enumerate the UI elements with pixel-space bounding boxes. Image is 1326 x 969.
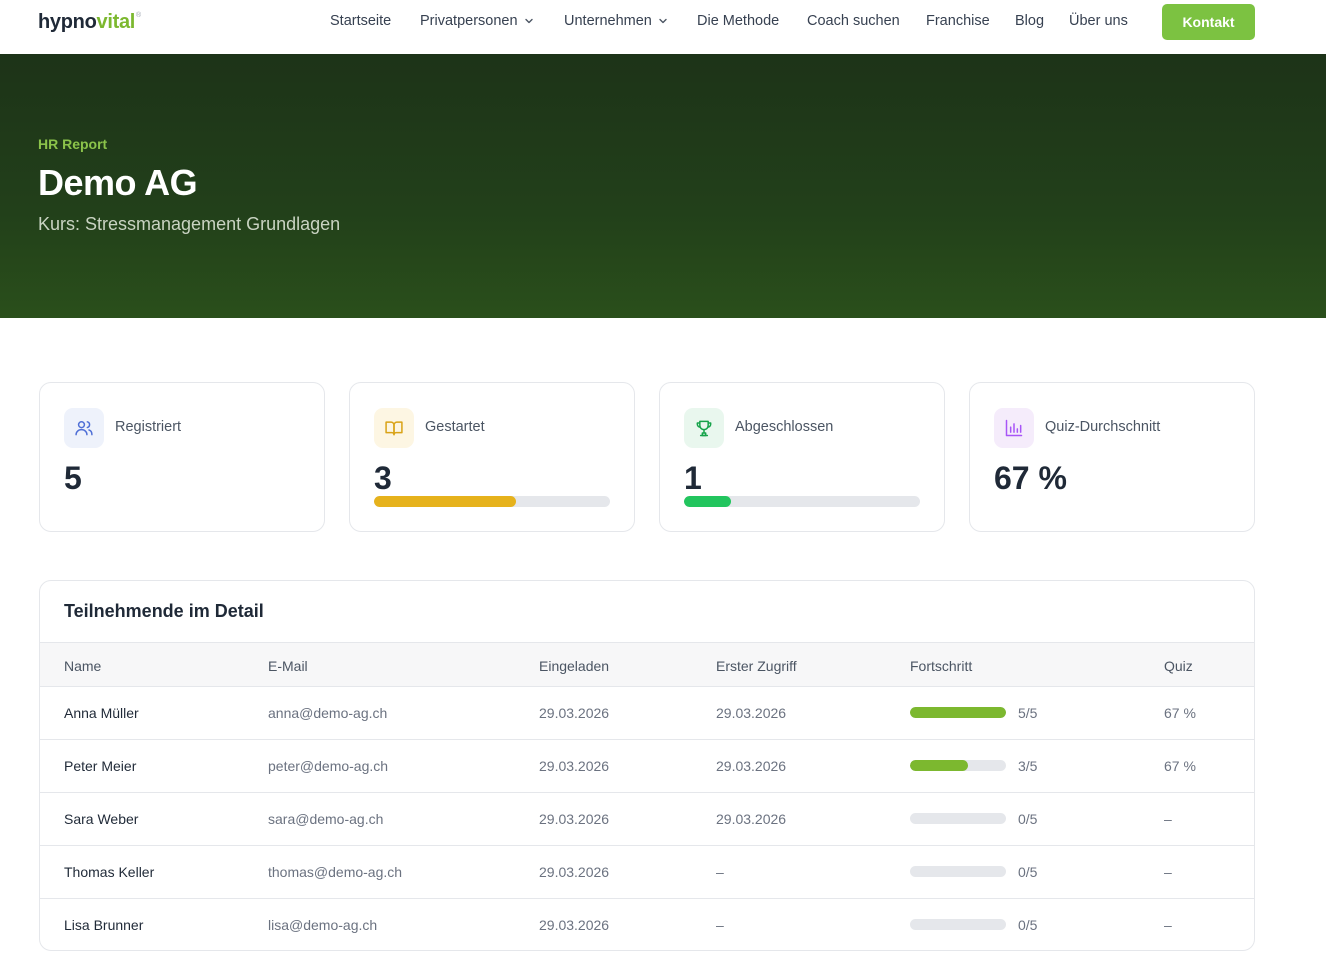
first-access-date: 29.03.2026 [716,811,787,827]
nav-item-blog[interactable]: Blog [1015,13,1044,29]
nav-item-label: Blog [1015,13,1045,29]
first-access-date: 29.03.2026 [716,705,787,721]
participant-email: peter@demo-ag.ch [268,758,389,774]
nav-item-startseite[interactable]: Startseite [330,13,391,29]
page-title: Demo AG [38,162,198,203]
table-row: Lisa Brunner lisa@demo-ag.ch 29.03.2026 … [40,898,1254,950]
nav-item-label: Unternehmen [564,13,652,29]
nav-item-coach-suchen[interactable]: Coach suchen [807,13,900,29]
participant-name: Lisa Brunner [64,917,144,933]
first-access-date: 29.03.2026 [716,758,787,774]
brand-name-part1: hypno [38,11,97,33]
course-subtitle: Kurs: Stressmanagement Grundlagen [38,214,341,234]
top-navigation: hypnovital® Startseite Privatpersonen Un… [0,0,1326,54]
column-header-email: E-Mail [268,658,308,674]
brand-logo[interactable]: hypnovital® [38,11,141,34]
report-label: HR Report [38,136,108,152]
column-header-fortschritt: Fortschritt [910,658,973,674]
bar-chart-icon [994,408,1034,448]
brand-name-part2: vital [96,11,136,33]
first-access-date: – [716,864,724,880]
progress-count: 0/5 [1018,917,1038,933]
nav-item-die-methode[interactable]: Die Methode [697,13,779,29]
stat-label: Registriert [115,419,182,435]
nav-item-franchise[interactable]: Franchise [926,13,990,29]
participant-email: lisa@demo-ag.ch [268,917,378,933]
progress-fill [910,760,968,771]
quiz-score: – [1164,811,1172,827]
nav-item-label: Über uns [1069,13,1128,29]
stat-value: 1 [684,460,702,496]
column-header-erster-zugriff: Erster Zugriff [716,658,797,674]
column-header-eingeladen: Eingeladen [539,658,610,674]
progress-bar [910,813,1006,824]
participants-table-card: Teilnehmende im Detail Name E-Mail Einge… [39,580,1255,951]
progress-bar [910,760,1006,771]
nav-item-ueber-uns[interactable]: Über uns [1069,13,1128,29]
column-header-name: Name [64,658,102,674]
stat-value: 5 [64,460,82,496]
stat-progress-bar [374,496,610,507]
users-icon [64,408,104,448]
nav-item-label: Franchise [926,13,990,29]
participant-name: Peter Meier [64,758,137,774]
nav-item-label: Startseite [330,13,392,29]
table-row: Sara Weber sara@demo-ag.ch 29.03.2026 29… [40,792,1254,845]
stat-label: Abgeschlossen [735,419,834,435]
trophy-icon [684,408,724,448]
table-row: Thomas Keller thomas@demo-ag.ch 29.03.20… [40,845,1254,898]
progress-count: 0/5 [1018,811,1038,827]
stat-card-quiz-durchschnitt: Quiz-Durchschnitt 67 % [969,382,1255,532]
table-header: Name E-Mail Eingeladen Erster Zugriff Fo… [40,642,1254,687]
stat-value: 67 % [994,460,1067,496]
stat-label: Gestartet [425,419,485,435]
progress-fill [910,707,1006,718]
progress-count: 0/5 [1018,864,1038,880]
stat-card-abgeschlossen: Abgeschlossen 1 [659,382,945,532]
chevron-down-icon [524,18,533,24]
nav-item-label: Privatpersonen [420,13,518,29]
table-title: Teilnehmende im Detail [64,601,264,621]
column-header-quiz: Quiz [1164,658,1193,674]
invited-date: 29.03.2026 [539,758,610,774]
table-row: Peter Meier peter@demo-ag.ch 29.03.2026 … [40,739,1254,792]
participant-email: sara@demo-ag.ch [268,811,384,827]
kontakt-button[interactable]: Kontakt [1162,4,1255,40]
progress-count: 5/5 [1018,705,1038,721]
participant-name: Thomas Keller [64,864,155,880]
invited-date: 29.03.2026 [539,917,610,933]
progress-count: 3/5 [1018,758,1038,774]
stat-progress-bar [684,496,920,507]
participant-name: Sara Weber [64,811,139,827]
invited-date: 29.03.2026 [539,864,610,880]
nav-item-label: Coach suchen [807,13,900,29]
brand-registered-mark: ® [136,12,141,20]
stat-card-registriert: Registriert 5 [39,382,325,532]
table-row: Anna Müller anna@demo-ag.ch 29.03.2026 2… [40,686,1254,739]
stat-progress-fill [374,496,516,507]
nav-item-privatpersonen[interactable]: Privatpersonen [420,13,534,29]
stat-progress-fill [684,496,732,507]
nav-item-label: Die Methode [697,13,780,29]
stat-value: 3 [374,460,392,496]
first-access-date: – [716,917,724,933]
participant-name: Anna Müller [64,705,139,721]
participant-email: anna@demo-ag.ch [268,705,388,721]
progress-bar [910,707,1006,718]
invited-date: 29.03.2026 [539,811,610,827]
book-open-icon [374,408,414,448]
chevron-down-icon [659,18,667,24]
stat-card-gestartet: Gestartet 3 [349,382,635,532]
quiz-score: 67 % [1164,758,1196,774]
progress-bar [910,866,1006,877]
invited-date: 29.03.2026 [539,705,610,721]
progress-bar [910,919,1006,930]
quiz-score: – [1164,917,1172,933]
stat-label: Quiz-Durchschnitt [1045,419,1161,435]
quiz-score: 67 % [1164,705,1196,721]
quiz-score: – [1164,864,1172,880]
hero-banner: HR Report Demo AG Kurs: Stressmanagement… [0,54,1326,318]
nav-item-unternehmen[interactable]: Unternehmen [564,13,668,29]
participant-email: thomas@demo-ag.ch [268,864,403,880]
